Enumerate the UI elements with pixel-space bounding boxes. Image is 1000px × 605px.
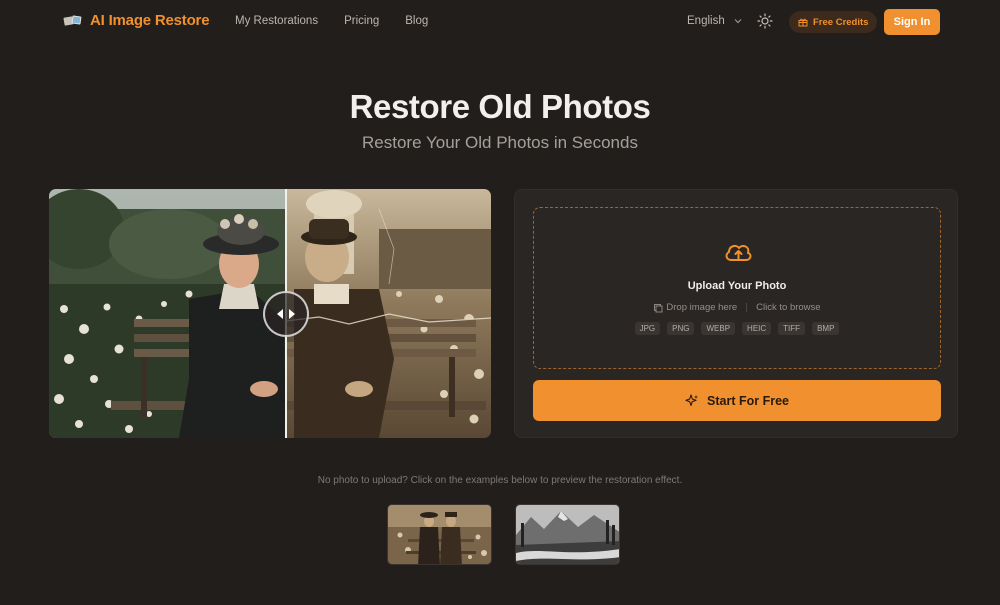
format-badge-heic: HEIC (742, 322, 772, 335)
format-badge-jpg: JPG (634, 322, 661, 335)
drop-hint: Drop image here (653, 302, 737, 313)
example-thumbnail-landscape[interactable] (515, 504, 620, 565)
free-credits-button[interactable]: Free Credits (789, 11, 878, 33)
upload-title: Upload Your Photo (687, 280, 787, 292)
page-subtitle: Restore Your Old Photos in Seconds (362, 133, 638, 152)
before-after-comparison[interactable] (49, 189, 491, 438)
drop-hint-text: Drop image here (666, 302, 738, 313)
example-photo-couple (388, 505, 491, 564)
nav-links: My Restorations Pricing Blog (235, 15, 428, 27)
sign-in-button[interactable]: Sign In (884, 9, 940, 35)
example-thumbnail-couple[interactable] (387, 504, 492, 565)
examples-prompt: No photo to upload? Click on the example… (317, 475, 683, 486)
logo[interactable]: AI Image Restore (63, 12, 210, 29)
example-photo-landscape (516, 505, 619, 564)
nav-link-my-restorations[interactable]: My Restorations (235, 15, 318, 27)
browse-hint[interactable]: Click to browse (756, 302, 820, 313)
top-nav: AI Image Restore My Restorations Pricing… (0, 0, 1000, 44)
start-for-free-button[interactable]: Start For Free (533, 380, 941, 421)
language-selector[interactable]: English (687, 15, 743, 27)
cloud-upload-icon (725, 244, 752, 261)
sun-icon[interactable] (757, 13, 773, 29)
format-badge-png: PNG (667, 322, 695, 335)
start-for-free-label: Start For Free (707, 393, 789, 408)
upload-card: Upload Your Photo Drop image here Click … (514, 189, 958, 438)
logo-text: AI Image Restore (90, 12, 210, 29)
nav-link-pricing[interactable]: Pricing (344, 15, 379, 27)
upload-hints: Drop image here Click to browse (534, 302, 940, 313)
hint-separator (746, 303, 748, 312)
image-icon (654, 303, 663, 312)
nav-link-blog[interactable]: Blog (405, 15, 428, 27)
comparison-slider-handle[interactable] (263, 291, 309, 337)
format-badge-tiff: TIFF (778, 322, 806, 335)
photos-logo-icon (63, 14, 82, 28)
page-title: Restore Old Photos (349, 88, 651, 125)
format-badge-bmp: BMP (812, 322, 840, 335)
split-arrows-icon (277, 309, 295, 319)
gift-icon (798, 18, 808, 27)
language-label: English (687, 15, 725, 27)
free-credits-label: Free Credits (813, 16, 869, 28)
chevron-down-icon (734, 19, 742, 24)
format-badges: JPG PNG WEBP HEIC TIFF BMP (534, 322, 940, 335)
format-badge-webp: WEBP (701, 322, 736, 335)
sparkles-icon (685, 393, 699, 406)
upload-dropzone[interactable]: Upload Your Photo Drop image here Click … (533, 207, 941, 369)
